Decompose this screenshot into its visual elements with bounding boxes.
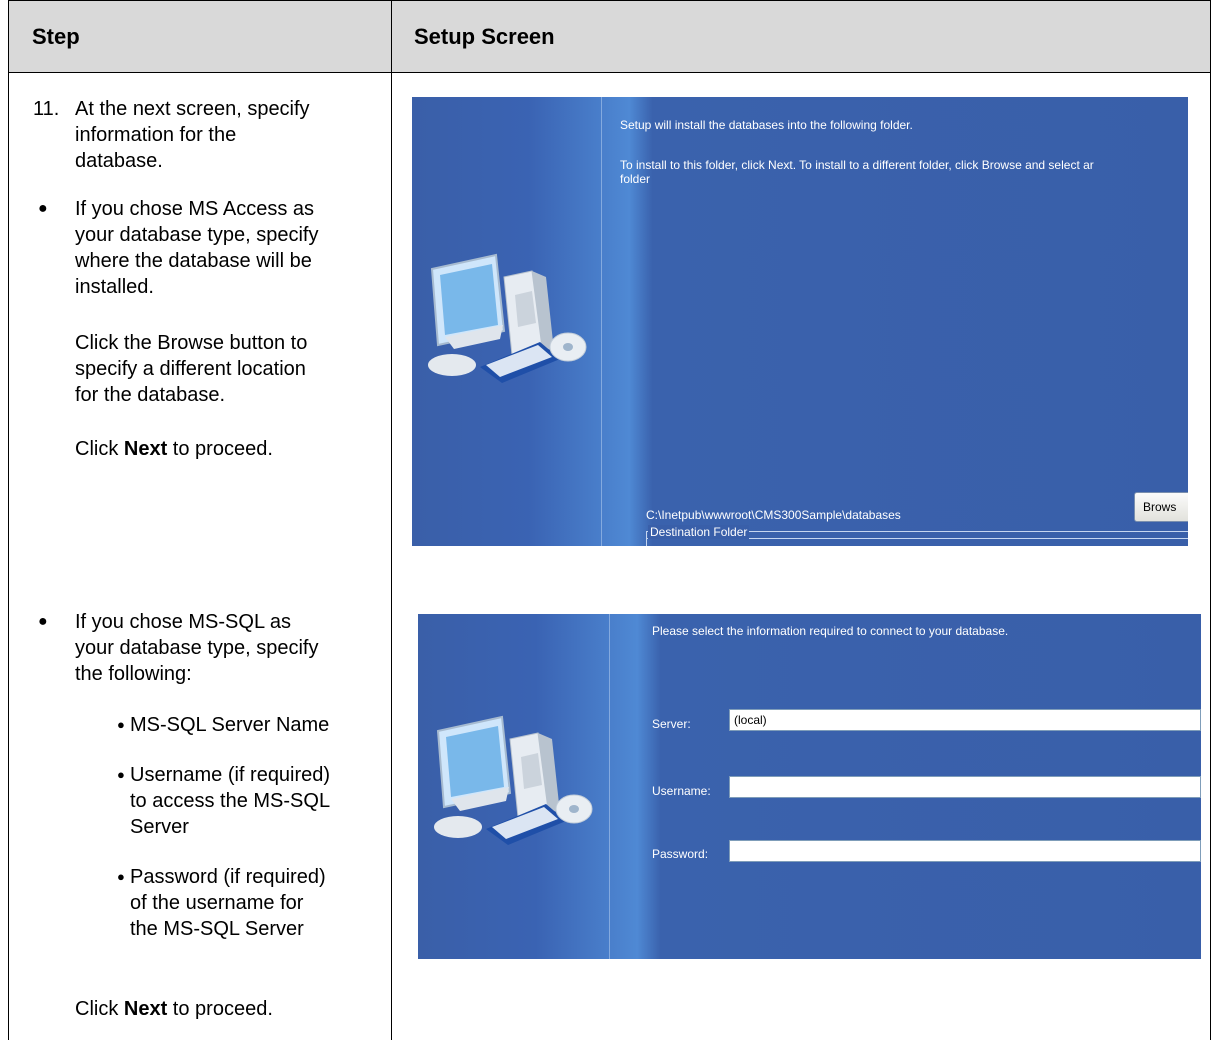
bullet-icon: ● <box>117 869 125 884</box>
password-label: Password: <box>652 847 709 861</box>
sub-item-text: MS-SQL Server Name <box>130 714 330 736</box>
column-divider <box>391 0 392 1040</box>
step-text-line: At the next screen, specify <box>75 98 310 120</box>
access-text-line: If you chose MS Access as <box>75 198 314 220</box>
table-border-left <box>8 0 9 1040</box>
step-number: 11. <box>33 98 60 120</box>
server-input[interactable]: (local) <box>729 709 1201 731</box>
sub-item-text: of the username for <box>130 892 304 914</box>
step-text-line: database. <box>75 150 163 172</box>
username-label: Username: <box>652 784 711 798</box>
click-next-instruction: Click Next to proceed. <box>75 438 273 460</box>
sub-item-text: Server <box>130 816 189 838</box>
screen1-intro: Setup will install the databases into th… <box>620 118 913 132</box>
click-next-instruction: Click Next to proceed. <box>75 998 273 1020</box>
step-text-line: information for the <box>75 124 237 146</box>
access-text-line: installed. <box>75 276 154 298</box>
sub-item-text: to access the MS-SQL <box>130 790 331 812</box>
access-text-line: your database type, specify <box>75 224 319 246</box>
screen2-prompt: Please select the information required t… <box>652 624 1009 638</box>
computer-with-cd-icon <box>434 715 593 845</box>
sql-text-line: the following: <box>75 663 192 685</box>
destination-path: C:\Inetpub\wwwroot\CMS300Sample\database… <box>646 508 901 522</box>
screen1-instruction: To install to this folder, click Next. T… <box>620 158 1094 172</box>
header-step: Step <box>32 24 80 49</box>
sql-text-line: your database type, specify <box>75 637 319 659</box>
access-setup-screenshot: Setup will install the databases into th… <box>412 97 1188 546</box>
screen1-instruction-cont: folder <box>620 172 651 186</box>
bullet-icon: ● <box>117 767 125 782</box>
sql-setup-screenshot: Please select the information required t… <box>418 614 1201 959</box>
browse-text-line: specify a different location <box>75 358 306 380</box>
panel-separator <box>601 97 602 546</box>
access-text-line: where the database will be <box>75 250 312 272</box>
computer-with-cd-icon <box>428 253 587 383</box>
browse-text-line: Click the Browse button to <box>75 332 308 354</box>
server-label: Server: <box>652 717 691 731</box>
bullet-icon: ● <box>38 200 48 217</box>
panel-separator <box>609 614 610 959</box>
destination-folder-label: Destination Folder <box>648 525 750 539</box>
header-setup-screen: Setup Screen <box>414 24 555 49</box>
table-border-right <box>1210 0 1211 1040</box>
bullet-icon: ● <box>117 717 125 732</box>
username-input[interactable] <box>729 776 1201 798</box>
browse-button[interactable]: Brows <box>1134 492 1188 522</box>
sql-text-line: If you chose MS-SQL as <box>75 611 292 633</box>
password-input[interactable] <box>729 840 1201 862</box>
table-header <box>8 0 1211 73</box>
sub-item-text: the MS-SQL Server <box>130 918 304 940</box>
browse-text-line: for the database. <box>75 384 226 406</box>
sub-item-text: Username (if required) <box>130 764 331 786</box>
bullet-icon: ● <box>38 613 48 630</box>
sub-item-text: Password (if required) <box>130 866 326 888</box>
